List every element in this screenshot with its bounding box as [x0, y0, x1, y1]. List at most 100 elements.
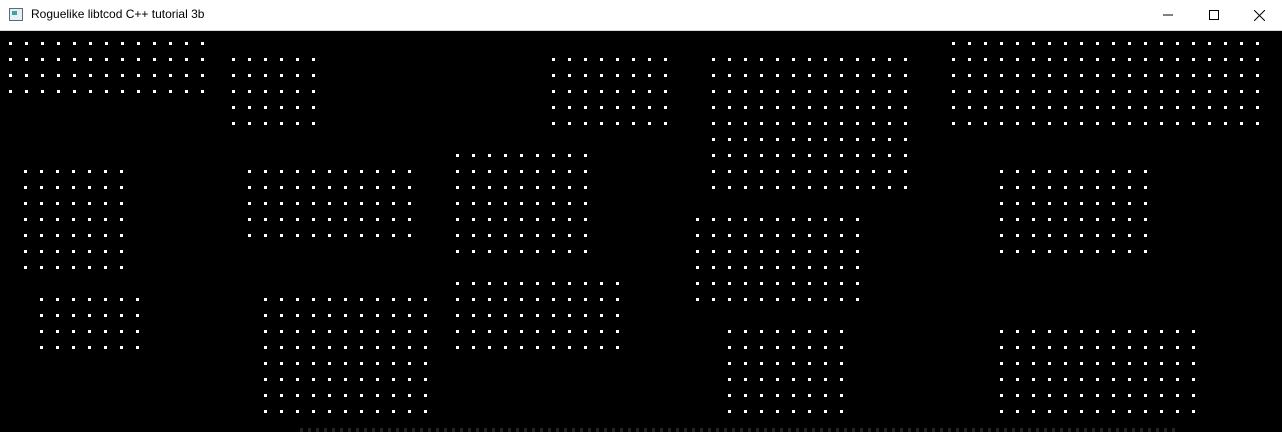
floor-tile	[1224, 42, 1227, 45]
floor-tile	[792, 266, 795, 269]
floor-tile	[808, 250, 811, 253]
floor-tile	[568, 58, 571, 61]
floor-tile	[392, 234, 395, 237]
floor-tile	[840, 106, 843, 109]
floor-tile	[792, 346, 795, 349]
floor-tile	[105, 74, 108, 77]
floor-tile	[248, 234, 251, 237]
floor-tile	[1144, 346, 1147, 349]
floor-tile	[984, 106, 987, 109]
floor-tile	[1096, 346, 1099, 349]
floor-tile	[424, 362, 427, 365]
floor-tile	[520, 330, 523, 333]
floor-tile	[392, 218, 395, 221]
floor-tile	[568, 154, 571, 157]
floor-tile	[312, 58, 315, 61]
floor-tile	[1096, 170, 1099, 173]
floor-tile	[824, 234, 827, 237]
floor-tile	[904, 58, 907, 61]
floor-tile	[408, 218, 411, 221]
floor-tile	[1016, 234, 1019, 237]
floor-tile	[840, 330, 843, 333]
floor-tile	[696, 218, 699, 221]
floor-tile	[760, 234, 763, 237]
floor-tile	[264, 202, 267, 205]
floor-tile	[424, 330, 427, 333]
floor-tile	[56, 234, 59, 237]
floor-tile	[584, 314, 587, 317]
maximize-button[interactable]	[1191, 0, 1237, 30]
floor-tile	[280, 394, 283, 397]
floor-tile	[1016, 74, 1019, 77]
floor-tile	[280, 298, 283, 301]
floor-tile	[1000, 218, 1003, 221]
floor-tile	[1080, 218, 1083, 221]
floor-tile	[1080, 106, 1083, 109]
floor-tile	[1112, 234, 1115, 237]
floor-tile	[1192, 330, 1195, 333]
floor-tile	[56, 314, 59, 317]
floor-tile	[104, 314, 107, 317]
floor-tile	[488, 282, 491, 285]
floor-tile	[792, 122, 795, 125]
floor-tile	[584, 346, 587, 349]
close-button[interactable]	[1236, 0, 1282, 30]
floor-tile	[808, 346, 811, 349]
floor-tile	[616, 314, 619, 317]
floor-tile	[1064, 394, 1067, 397]
floor-tile	[808, 106, 811, 109]
floor-tile	[88, 186, 91, 189]
floor-tile	[648, 106, 651, 109]
floor-tile	[1080, 346, 1083, 349]
floor-tile	[296, 74, 299, 77]
floor-tile	[504, 186, 507, 189]
floor-tile	[360, 410, 363, 413]
floor-tile	[808, 282, 811, 285]
floor-tile	[488, 202, 491, 205]
floor-tile	[1192, 106, 1195, 109]
floor-tile	[1096, 74, 1099, 77]
floor-tile	[808, 170, 811, 173]
floor-tile	[312, 202, 315, 205]
minimize-button[interactable]	[1145, 0, 1191, 30]
floor-tile	[536, 234, 539, 237]
floor-tile	[137, 42, 140, 45]
window-titlebar[interactable]: Roguelike libtcod C++ tutorial 3b	[0, 0, 1282, 31]
floor-tile	[1160, 122, 1163, 125]
floor-tile	[1000, 234, 1003, 237]
floor-tile	[1032, 90, 1035, 93]
floor-tile	[264, 298, 267, 301]
floor-tile	[1016, 42, 1019, 45]
floor-tile	[1000, 58, 1003, 61]
floor-tile	[424, 346, 427, 349]
floor-tile	[56, 346, 59, 349]
floor-tile	[840, 90, 843, 93]
floor-tile	[1128, 122, 1131, 125]
floor-tile	[9, 74, 12, 77]
floor-tile	[1192, 362, 1195, 365]
floor-tile	[1144, 234, 1147, 237]
floor-tile	[1016, 410, 1019, 413]
floor-tile	[856, 266, 859, 269]
floor-tile	[840, 138, 843, 141]
floor-tile	[312, 330, 315, 333]
floor-tile	[1240, 74, 1243, 77]
floor-tile	[104, 330, 107, 333]
window-title: Roguelike libtcod C++ tutorial 3b	[31, 7, 205, 21]
floor-tile	[472, 186, 475, 189]
floor-tile	[1000, 186, 1003, 189]
floor-tile	[56, 218, 59, 221]
floor-tile	[520, 298, 523, 301]
floor-tile	[72, 202, 75, 205]
floor-tile	[1064, 42, 1067, 45]
floor-tile	[488, 186, 491, 189]
floor-tile	[536, 186, 539, 189]
floor-tile	[360, 314, 363, 317]
floor-tile	[9, 42, 12, 45]
floor-tile	[856, 74, 859, 77]
floor-tile	[1016, 346, 1019, 349]
floor-tile	[824, 58, 827, 61]
floor-tile	[792, 378, 795, 381]
floor-tile	[328, 186, 331, 189]
floor-tile	[712, 282, 715, 285]
